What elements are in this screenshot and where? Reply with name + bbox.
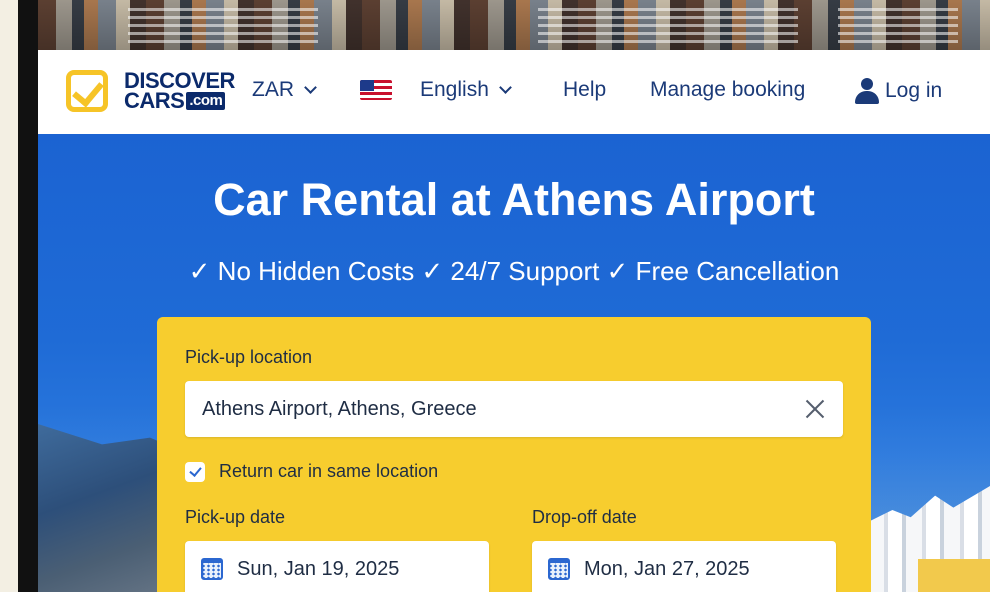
chevron-down-icon <box>499 81 512 94</box>
logo-com-badge: .com <box>186 91 226 110</box>
calendar-icon <box>201 558 223 580</box>
logo-wordmark: DISCOVER CARS .com <box>124 70 235 113</box>
currency-selector[interactable]: ZAR <box>252 78 317 102</box>
user-icon <box>855 78 879 104</box>
manage-booking-label: Manage booking <box>650 78 806 101</box>
currency-label: ZAR <box>252 78 294 101</box>
pickup-location-input[interactable]: Athens Airport, Athens, Greece <box>185 381 843 437</box>
clear-location-icon[interactable] <box>805 399 825 419</box>
calendar-icon <box>548 558 570 580</box>
hero-section: Car Rental at Athens Airport ✓ No Hidden… <box>38 134 990 592</box>
hero-benefits: ✓ No Hidden Costs ✓ 24/7 Support ✓ Free … <box>188 256 840 286</box>
language-selector[interactable]: English <box>360 78 512 102</box>
manage-booking-link[interactable]: Manage booking <box>650 78 805 102</box>
pickup-location-label: Pick-up location <box>185 347 313 367</box>
browser-viewport: DISCOVER CARS .com ZAR English Help Mana… <box>38 0 990 592</box>
same-location-label[interactable]: Return car in same location <box>219 461 438 482</box>
dropoff-date-label: Drop-off date <box>532 507 637 527</box>
help-link[interactable]: Help <box>563 78 606 102</box>
help-label: Help <box>563 78 607 101</box>
discovercars-logo[interactable]: DISCOVER CARS .com <box>66 70 235 112</box>
site-header: DISCOVER CARS .com ZAR English Help Mana… <box>38 50 990 134</box>
language-label: English <box>420 78 489 101</box>
login-link[interactable]: Log in <box>855 78 942 104</box>
pickup-location-value: Athens Airport, Athens, Greece <box>202 397 477 420</box>
us-flag-icon <box>360 80 392 100</box>
dropoff-date-value: Mon, Jan 27, 2025 <box>584 557 750 580</box>
logo-line2: CARS .com <box>124 88 235 113</box>
page-title: Car Rental at Athens Airport <box>213 174 815 225</box>
city-skyline-image <box>38 0 990 50</box>
login-label: Log in <box>885 79 943 102</box>
village-house <box>918 559 990 592</box>
dropoff-date-field[interactable]: Mon, Jan 27, 2025 <box>532 541 836 592</box>
same-location-checkbox[interactable] <box>185 462 205 482</box>
search-form: Pick-up location Athens Airport, Athens,… <box>157 317 871 592</box>
pickup-date-field[interactable]: Sun, Jan 19, 2025 <box>185 541 489 592</box>
pickup-date-label: Pick-up date <box>185 507 286 527</box>
pickup-date-value: Sun, Jan 19, 2025 <box>237 557 400 580</box>
logo-check-icon <box>66 70 108 112</box>
chevron-down-icon <box>304 81 317 94</box>
logo-line2-text: CARS <box>124 88 185 113</box>
